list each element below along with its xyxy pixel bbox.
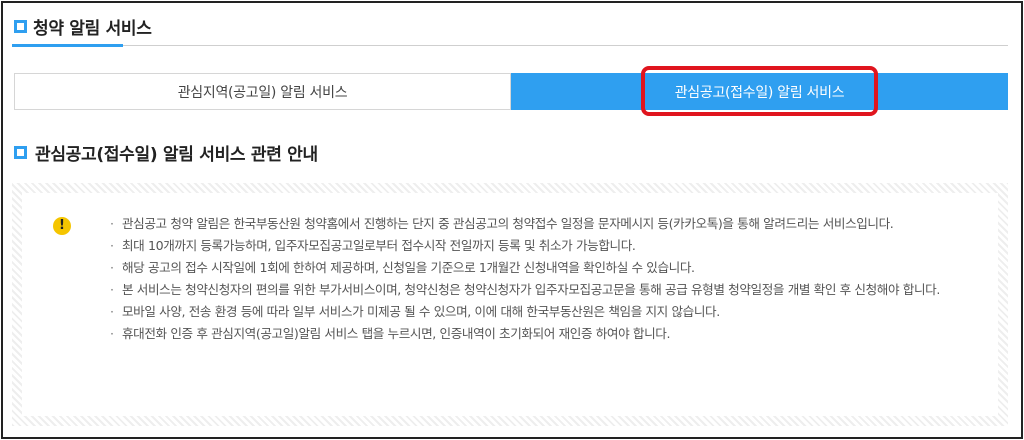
- tab-region-alert[interactable]: 관심지역(공고일) 알림 서비스: [14, 73, 511, 110]
- page-header: 청약 알림 서비스: [12, 12, 1008, 47]
- service-tabs: 관심지역(공고일) 알림 서비스 관심공고(접수일) 알림 서비스: [14, 73, 1008, 110]
- page-title: 청약 알림 서비스: [33, 19, 152, 39]
- notice-item: 휴대전화 인증 후 관심지역(공고일)알림 서비스 탭을 누르시면, 인증내역이…: [110, 323, 990, 345]
- notice-item: 본 서비스는 청약신청자의 편의를 위한 부가서비스이며, 청약신청은 청약신청…: [110, 279, 990, 301]
- notice-item: 관심공고 청약 알림은 한국부동산원 청약홈에서 진행하는 단지 중 관심공고의…: [110, 213, 990, 235]
- title-underline-accent: [12, 44, 123, 47]
- notice-item: 모바일 사양, 전송 환경 등에 따라 일부 서비스가 미제공 될 수 있으며,…: [110, 301, 990, 323]
- notice-list: 관심공고 청약 알림은 한국부동산원 청약홈에서 진행하는 단지 중 관심공고의…: [110, 213, 990, 345]
- notice-box: ! 관심공고 청약 알림은 한국부동산원 청약홈에서 진행하는 단지 중 관심공…: [12, 183, 1008, 426]
- tab-notice-alert[interactable]: 관심공고(접수일) 알림 서비스: [511, 73, 1008, 110]
- section-title: 관심공고(접수일) 알림 서비스 관련 안내: [35, 145, 318, 165]
- notice-box-inner: ! 관심공고 청약 알림은 한국부동산원 청약홈에서 진행하는 단지 중 관심공…: [22, 193, 998, 416]
- square-bullet-icon: [14, 20, 27, 33]
- notice-item: 최대 10개까지 등록가능하며, 입주자모집공고일로부터 접수시작 전일까지 등…: [110, 235, 990, 257]
- section-header: 관심공고(접수일) 알림 서비스 관련 안내: [12, 140, 612, 168]
- notice-item: 해당 공고의 접수 시작일에 1회에 한하여 제공하며, 신청일을 기준으로 1…: [110, 257, 990, 279]
- square-bullet-icon: [14, 146, 27, 159]
- exclamation-icon: !: [53, 217, 71, 235]
